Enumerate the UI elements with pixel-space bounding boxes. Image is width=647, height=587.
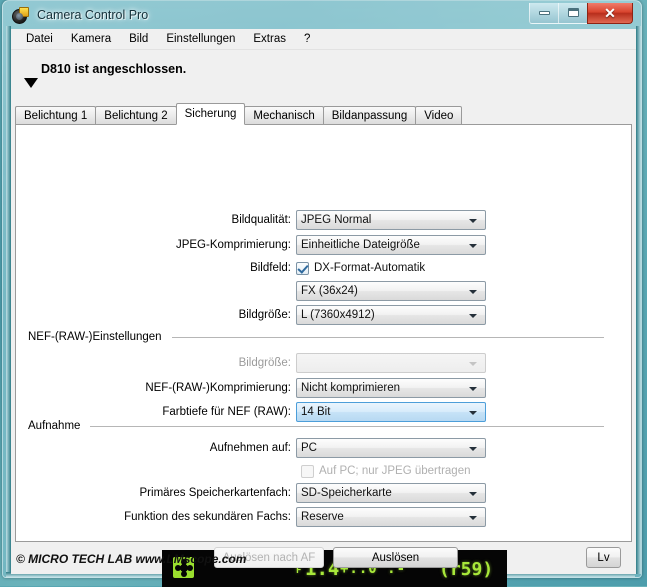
connection-status-row: D810 ist angeschlossen. <box>11 50 636 95</box>
camera-app-icon <box>11 6 29 25</box>
dropdown-nef-komprimierung-value: Nicht komprimieren <box>301 382 401 394</box>
label-bildfeld: Bildfeld: <box>250 262 291 274</box>
group-aufnahme: Aufnahme <box>28 420 604 432</box>
frame-edge-right <box>636 26 641 574</box>
checkbox-dx-format-automatik[interactable] <box>296 261 309 275</box>
dropdown-nef-farbtiefe[interactable]: 14 Bit <box>296 402 486 422</box>
label-sekundaeres-fach: Funktion des sekundären Fachs: <box>124 511 291 523</box>
dropdown-nef-bildgroesse <box>296 353 486 373</box>
chevron-down-icon <box>469 447 477 451</box>
dropdown-nef-komprimierung[interactable]: Nicht komprimieren <box>296 378 486 398</box>
group-divider <box>90 426 604 427</box>
tab-bildanpassung[interactable]: Bildanpassung <box>322 106 417 125</box>
dropdown-sekundaeres-fach-value: Reserve <box>301 511 344 523</box>
tab-belichtung-1[interactable]: Belichtung 1 <box>15 106 97 125</box>
application-window: Camera Control Pro ✕ Datei Kamera Bild E… <box>0 0 647 587</box>
chevron-down-icon <box>469 362 477 366</box>
tab-panel-sicherung: Bildqualität: JPEG Normal JPEG-Komprimie… <box>15 124 632 542</box>
chevron-down-icon <box>469 219 477 223</box>
window-title: Camera Control Pro <box>37 7 149 22</box>
close-button[interactable]: ✕ <box>587 2 633 24</box>
label-nef-bildgroesse: Bildgröße: <box>238 357 291 369</box>
field-bildfeld-format: FX (36x24) <box>16 281 486 301</box>
field-bildqualitaet: Bildqualität: JPEG Normal <box>16 210 486 230</box>
label-nef-komprimierung: NEF-(RAW-)Komprimierung: <box>145 382 291 394</box>
field-nef-komprimierung: NEF-(RAW-)Komprimierung: Nicht komprimie… <box>16 378 486 398</box>
checkbox-nur-jpeg-row: Auf PC; nur JPEG übertragen <box>301 462 471 480</box>
group-title-aufnahme: Aufnahme <box>28 420 81 432</box>
dropdown-bildqualitaet-value: JPEG Normal <box>301 214 372 226</box>
label-jpeg-komprimierung: JPEG-Komprimierung: <box>175 239 291 251</box>
field-bildfeld: Bildfeld: DX-Format-Automatik <box>16 259 425 277</box>
menu-item-datei[interactable]: Datei <box>17 31 62 48</box>
maximize-button[interactable] <box>558 2 587 24</box>
minimize-button[interactable] <box>529 2 558 24</box>
dropdown-bildgroesse[interactable]: L (7360x4912) <box>296 305 486 325</box>
menu-item-kamera[interactable]: Kamera <box>62 31 120 48</box>
dropdown-bildgroesse-value: L (7360x4912) <box>301 309 375 321</box>
label-bildgroesse: Bildgröße: <box>238 309 291 321</box>
field-sekundaeres-fach: Funktion des sekundären Fachs: Reserve <box>16 507 486 527</box>
dropdown-primaeres-fach-value: SD-Speicherkarte <box>301 487 392 499</box>
maximize-icon <box>567 8 579 17</box>
dropdown-bildfeld-format-value: FX (36x24) <box>301 285 358 297</box>
dropdown-primaeres-fach[interactable]: SD-Speicherkarte <box>296 483 486 503</box>
chevron-down-icon <box>469 290 477 294</box>
chevron-down-icon <box>469 314 477 318</box>
close-icon: ✕ <box>604 4 616 21</box>
checkbox-auf-pc-nur-jpeg <box>301 464 314 478</box>
menu-item-help[interactable]: ? <box>295 31 319 48</box>
tab-strip: Belichtung 1 Belichtung 2 Sicherung Mech… <box>15 103 632 125</box>
label-dx-format-automatik: DX-Format-Automatik <box>314 262 426 274</box>
chevron-down-icon <box>469 516 477 520</box>
menu-item-bild[interactable]: Bild <box>120 31 157 48</box>
chevron-down-icon <box>469 387 477 391</box>
group-divider <box>171 337 604 338</box>
tab-mechanisch[interactable]: Mechanisch <box>244 106 324 125</box>
checkbox-dx-format-row[interactable]: DX-Format-Automatik <box>296 261 426 275</box>
field-jpeg-komprimierung: JPEG-Komprimierung: Einheitliche Dateigr… <box>16 235 486 255</box>
field-nef-bildgroesse: Bildgröße: <box>16 353 486 373</box>
dropdown-aufnehmen-auf[interactable]: PC <box>296 438 486 458</box>
label-bildqualitaet: Bildqualität: <box>231 214 291 226</box>
chevron-down-icon <box>469 244 477 248</box>
window-controls: ✕ <box>529 2 633 24</box>
field-aufnehmen-auf: Aufnehmen auf: PC <box>16 438 486 458</box>
dropdown-aufnehmen-auf-value: PC <box>301 442 317 454</box>
field-primaeres-fach: Primäres Speicherkartenfach: SD-Speicher… <box>16 483 486 503</box>
group-title-nef-raw: NEF-(RAW-)Einstellungen <box>28 331 162 343</box>
watermark-text: © MICRO TECH LAB www.LMscope.com <box>16 552 247 566</box>
dropdown-nef-farbtiefe-value: 14 Bit <box>301 406 331 418</box>
settings-form: Bildqualität: JPEG Normal JPEG-Komprimie… <box>16 125 631 541</box>
connection-status-text: D810 ist angeschlossen. <box>41 62 187 76</box>
tab-sicherung[interactable]: Sicherung <box>175 103 246 125</box>
dropdown-jpeg-komprimierung[interactable]: Einheitliche Dateigröße <box>296 235 486 255</box>
dropdown-sekundaeres-fach[interactable]: Reserve <box>296 507 486 527</box>
menu-bar: Datei Kamera Bild Einstellungen Extras ? <box>11 29 636 50</box>
dropdown-bildqualitaet[interactable]: JPEG Normal <box>296 210 486 230</box>
chevron-down-icon <box>469 411 477 415</box>
label-aufnehmen-auf: Aufnehmen auf: <box>209 442 291 454</box>
dropdown-bildfeld-format[interactable]: FX (36x24) <box>296 281 486 301</box>
title-bar[interactable]: Camera Control Pro ✕ <box>3 1 641 28</box>
label-primaeres-fach: Primäres Speicherkartenfach: <box>139 487 291 499</box>
tab-belichtung-2[interactable]: Belichtung 2 <box>95 106 177 125</box>
label-auf-pc-nur-jpeg: Auf PC; nur JPEG übertragen <box>319 465 471 477</box>
label-nef-farbtiefe: Farbtiefe für NEF (RAW): <box>162 406 291 418</box>
client-area: D810 ist angeschlossen. Belichtung 1 Bel… <box>11 50 636 587</box>
release-button[interactable]: Auslösen <box>333 547 458 568</box>
minimize-icon <box>538 10 550 15</box>
field-bildgroesse: Bildgröße: L (7360x4912) <box>16 305 486 325</box>
chevron-down-icon <box>469 492 477 496</box>
menu-item-extras[interactable]: Extras <box>244 31 295 48</box>
field-nef-farbtiefe: Farbtiefe für NEF (RAW): 14 Bit <box>16 402 486 422</box>
group-nef-raw-einstellungen: NEF-(RAW-)Einstellungen <box>28 331 604 343</box>
tab-video[interactable]: Video <box>415 106 463 125</box>
triangle-down-icon[interactable] <box>24 78 38 88</box>
menu-item-einstellungen[interactable]: Einstellungen <box>157 31 244 48</box>
dropdown-jpeg-komprimierung-value: Einheitliche Dateigröße <box>301 239 420 251</box>
live-view-button[interactable]: Lv <box>586 547 621 568</box>
